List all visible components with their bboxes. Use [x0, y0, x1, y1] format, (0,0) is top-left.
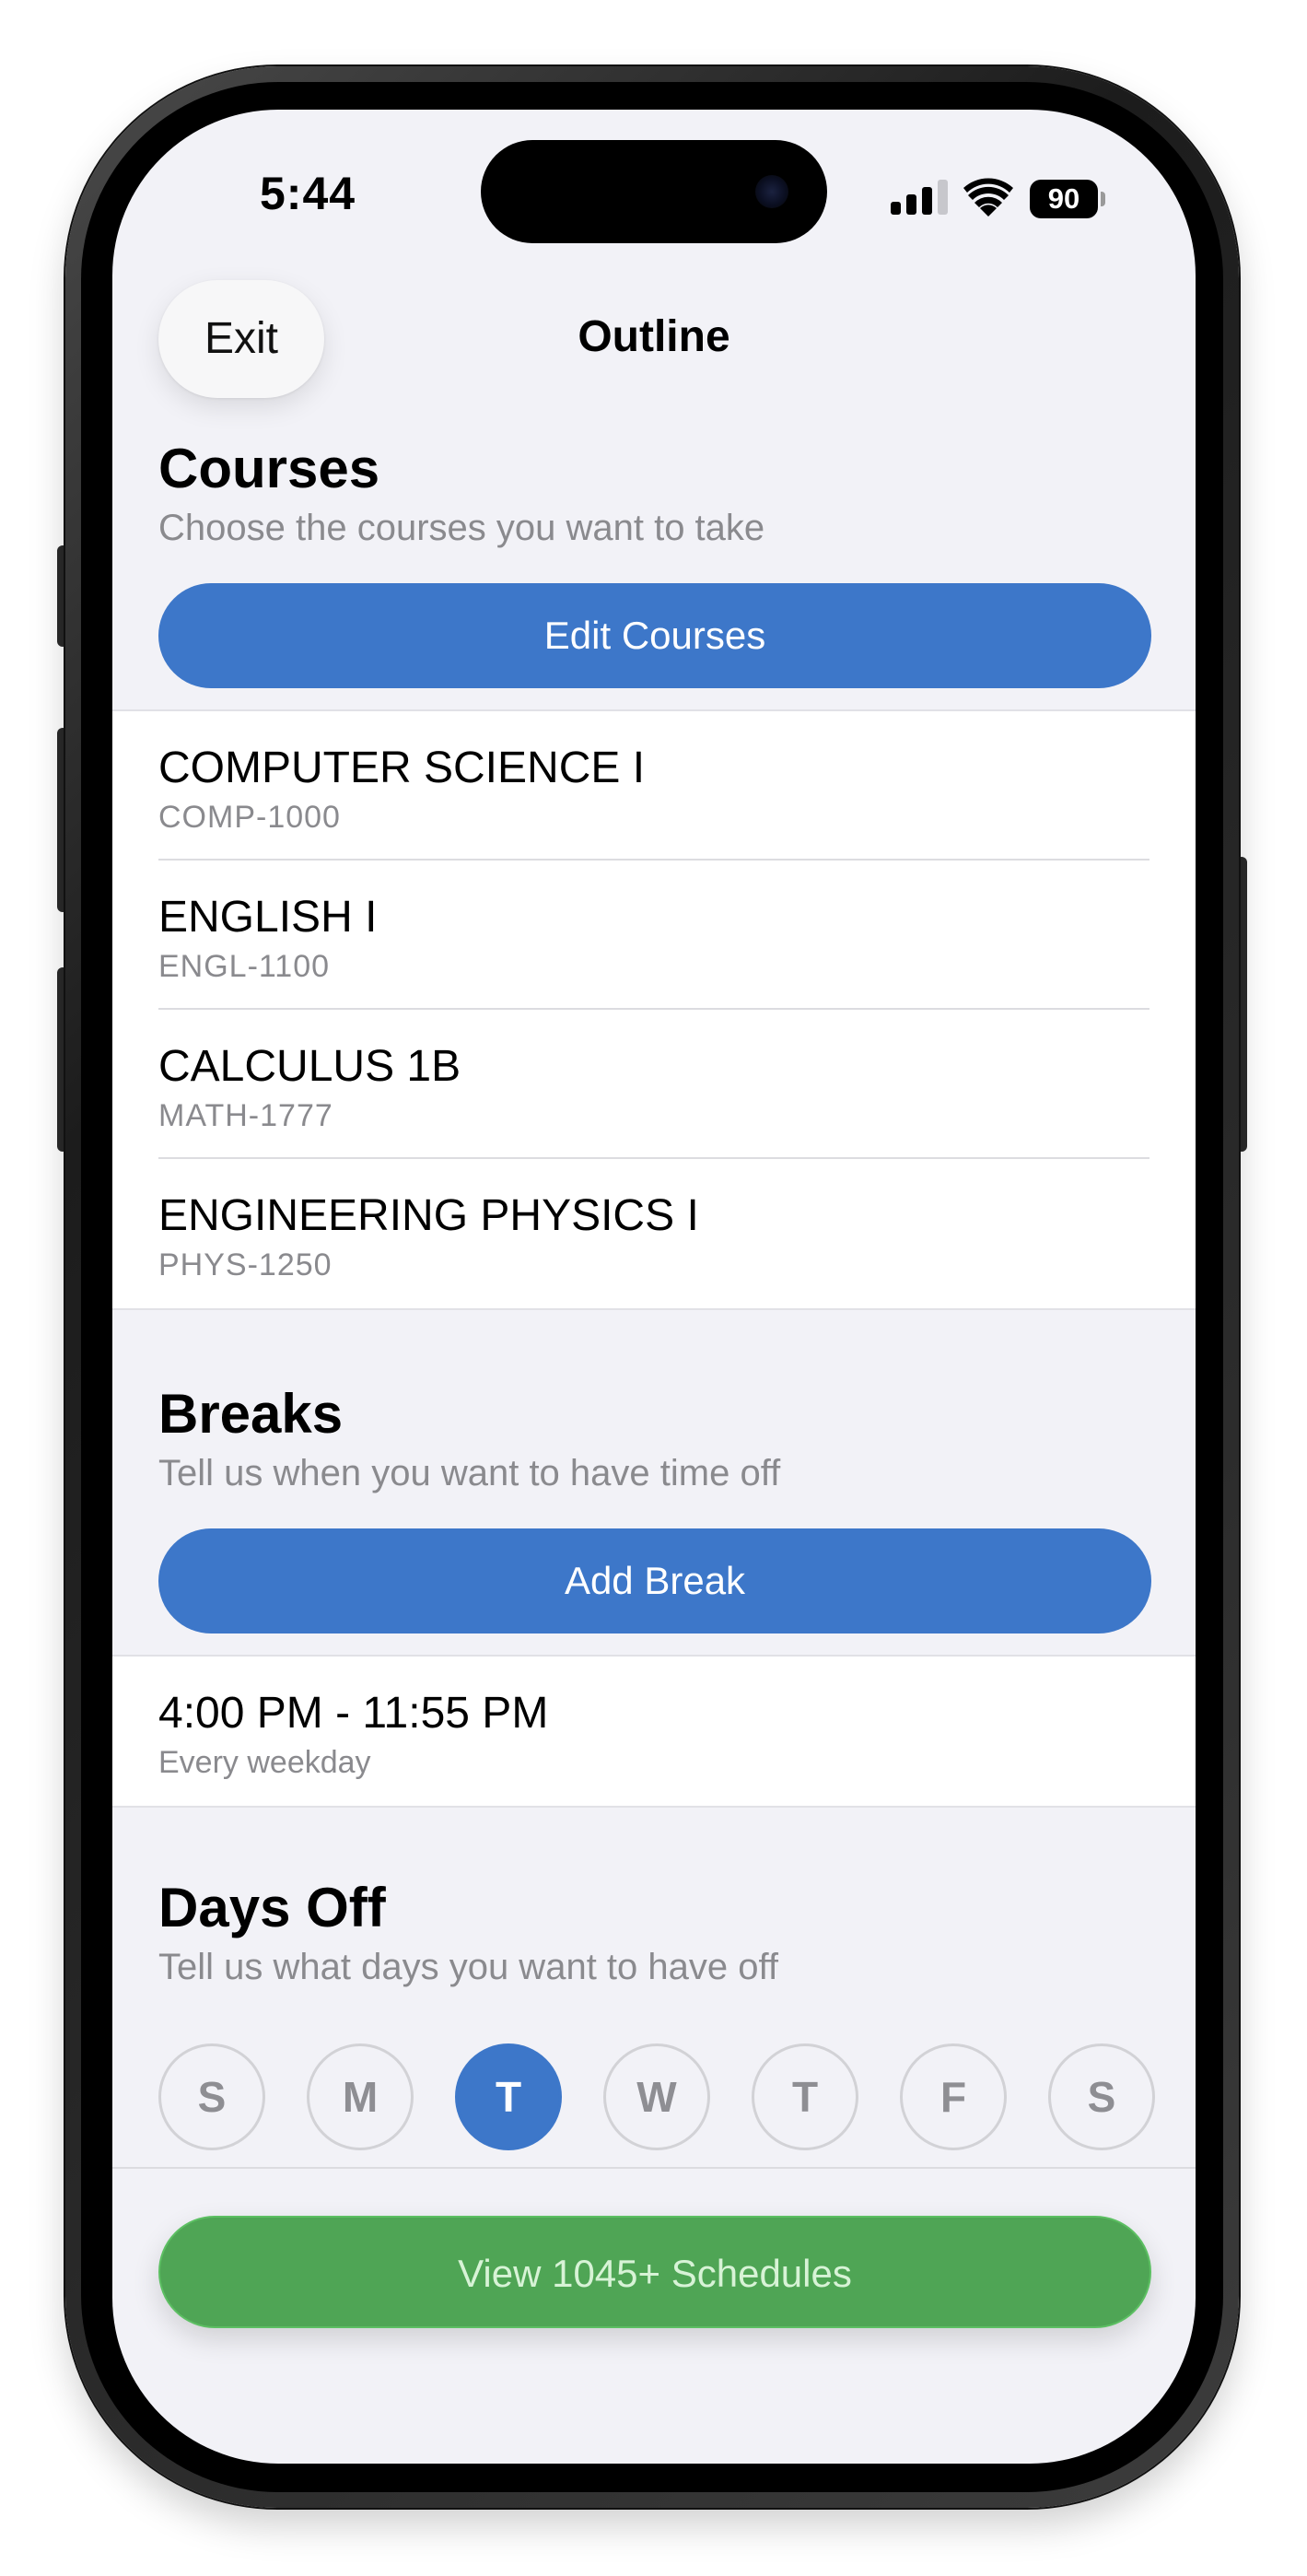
breaks-list: 4:00 PM - 11:55 PM Every weekday: [112, 1655, 1196, 1808]
signal-icon: [891, 180, 948, 215]
day-toggle-wednesday[interactable]: W: [603, 2043, 710, 2150]
breaks-title: Breaks: [158, 1383, 344, 1445]
course-name: COMPUTER SCIENCE I: [158, 744, 646, 792]
courses-title: Courses: [158, 438, 380, 499]
course-code: COMP-1000: [158, 800, 341, 835]
battery-tip: [1101, 192, 1105, 206]
day-toggle-sunday[interactable]: S: [158, 2043, 265, 2150]
courses-subtitle: Choose the courses you want to take: [158, 508, 765, 548]
course-name: CALCULUS 1B: [158, 1042, 461, 1091]
course-row[interactable]: ENGLISH I ENGL-1100: [112, 861, 1196, 1010]
course-code: PHYS-1250: [158, 1247, 333, 1282]
course-row[interactable]: COMPUTER SCIENCE I COMP-1000: [112, 711, 1196, 861]
course-code: ENGL-1100: [158, 949, 331, 984]
add-break-button[interactable]: Add Break: [158, 1528, 1151, 1633]
days-off-subtitle: Tell us what days you want to have off: [158, 1947, 778, 1987]
day-picker: S M T W T F S: [158, 2043, 1155, 2150]
battery-icon: 90: [1030, 180, 1105, 218]
device-stage: 5:44 90 Exit Outline Courses Choose the …: [0, 0, 1307, 2576]
course-name: ENGLISH I: [158, 893, 378, 942]
battery-level: 90: [1030, 180, 1098, 218]
phone-screen: 5:44 90 Exit Outline Courses Choose the …: [112, 110, 1196, 2464]
nav-title: Outline: [578, 312, 730, 361]
break-time: 4:00 PM - 11:55 PM: [158, 1689, 549, 1738]
breaks-subtitle: Tell us when you want to have time off: [158, 1453, 781, 1493]
break-row[interactable]: 4:00 PM - 11:55 PM Every weekday: [112, 1657, 1196, 1806]
dynamic-island: [481, 140, 827, 243]
day-toggle-friday[interactable]: F: [900, 2043, 1007, 2150]
edit-courses-button[interactable]: Edit Courses: [158, 583, 1151, 688]
break-recurrence: Every weekday: [158, 1745, 371, 1780]
day-toggle-tuesday[interactable]: T: [455, 2043, 562, 2150]
course-row[interactable]: CALCULUS 1B MATH-1777: [112, 1010, 1196, 1159]
course-name: ENGINEERING PHYSICS I: [158, 1191, 699, 1240]
footer-divider: [112, 2167, 1196, 2169]
wifi-icon: [963, 178, 1013, 217]
course-code: MATH-1777: [158, 1098, 333, 1133]
courses-list: COMPUTER SCIENCE I COMP-1000 ENGLISH I E…: [112, 709, 1196, 1310]
course-row[interactable]: ENGINEERING PHYSICS I PHYS-1250: [112, 1159, 1196, 1308]
view-schedules-button[interactable]: View 1045+ Schedules: [158, 2216, 1151, 2328]
camera-icon: [755, 175, 788, 208]
days-off-title: Days Off: [158, 1877, 386, 1938]
day-toggle-saturday[interactable]: S: [1048, 2043, 1155, 2150]
status-time: 5:44: [260, 168, 356, 219]
day-toggle-thursday[interactable]: T: [752, 2043, 858, 2150]
day-toggle-monday[interactable]: M: [307, 2043, 414, 2150]
